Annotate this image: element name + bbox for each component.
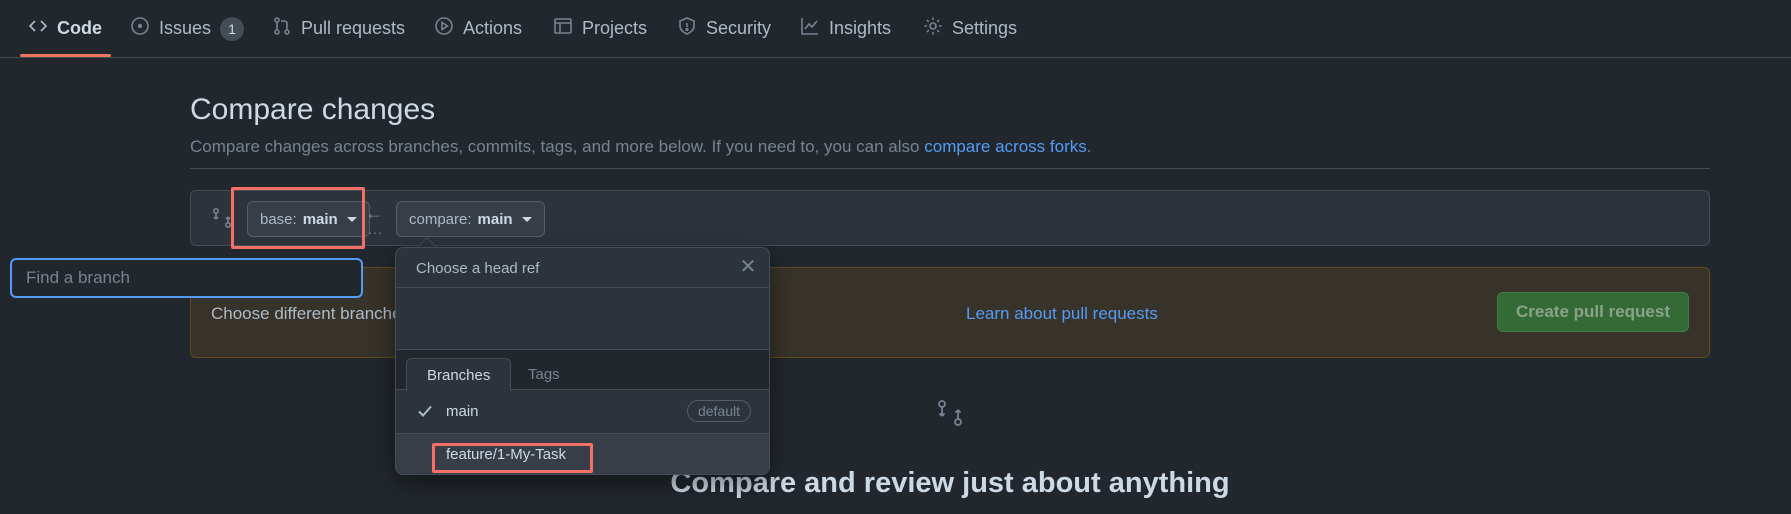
table-icon <box>553 16 573 41</box>
base-value: main <box>302 210 338 228</box>
git-compare-icon <box>211 207 233 229</box>
tab-label: Actions <box>463 18 523 38</box>
subtitle-end: . <box>1086 137 1092 156</box>
tab-tags[interactable]: Tags <box>508 358 580 390</box>
base-branch-button[interactable]: base: main <box>247 201 370 237</box>
default-badge: default <box>686 400 751 422</box>
compare-branch-button[interactable]: compare: main <box>396 201 545 237</box>
issue-opened-icon <box>130 16 150 41</box>
tab-label: Insights <box>829 18 892 38</box>
branch-name: feature/1-My-Task <box>446 446 567 463</box>
tab-actions[interactable]: Actions <box>434 0 522 57</box>
dropdown-tabs: Branches Tags <box>396 350 769 391</box>
page-subtitle: Compare changes across branches, commits… <box>190 137 1091 157</box>
tab-label: Settings <box>952 18 1018 38</box>
active-tab-underline <box>20 54 111 57</box>
tab-label: Security <box>706 18 772 38</box>
compare-value: main <box>477 210 513 228</box>
tab-label: Projects <box>582 18 648 38</box>
repo-nav: Code Issues 1 Pull requests Actions Proj… <box>0 0 1791 58</box>
learn-about-pull-requests-link[interactable]: Learn about pull requests <box>966 304 1158 324</box>
dropdown-filter <box>396 288 769 350</box>
page-title: Compare changes <box>190 93 436 126</box>
branch-name: main <box>446 402 479 420</box>
gear-icon <box>923 16 943 41</box>
tab-label: Code <box>57 18 102 38</box>
branch-item-main[interactable]: main default <box>396 390 769 432</box>
tab-branches[interactable]: Branches <box>406 358 512 391</box>
code-icon <box>28 16 48 41</box>
tab-security[interactable]: Security <box>677 0 771 57</box>
branch-item-feature[interactable]: feature/1-My-Task <box>396 433 769 474</box>
compare-prefix: compare: <box>409 210 472 228</box>
head-ref-dropdown: Choose a head ref ✕ Branches Tags main d… <box>395 247 770 475</box>
base-prefix: base: <box>260 210 297 228</box>
branch-filter-wrapper <box>10 258 363 298</box>
graph-icon <box>800 16 820 41</box>
play-icon <box>434 16 454 41</box>
range-ellipsis: ... <box>368 221 383 237</box>
tab-settings[interactable]: Settings <box>923 0 1017 57</box>
compare-across-forks-link[interactable]: compare across forks <box>924 137 1087 156</box>
range-editor: base: main ← ... compare: main <box>190 190 1710 246</box>
header-divider <box>190 168 1710 169</box>
dropdown-header: Choose a head ref ✕ <box>396 248 769 288</box>
tab-issues[interactable]: Issues 1 <box>130 0 245 57</box>
tab-projects[interactable]: Projects <box>553 0 647 57</box>
issues-counter: 1 <box>220 16 245 41</box>
git-compare-icon <box>935 398 965 428</box>
find-branch-input[interactable] <box>10 258 363 298</box>
tab-pull-requests[interactable]: Pull requests <box>272 0 405 57</box>
dropdown-title: Choose a head ref <box>416 260 540 277</box>
tab-label: Pull requests <box>301 18 406 38</box>
check-icon <box>416 402 434 420</box>
tab-insights[interactable]: Insights <box>800 0 891 57</box>
tab-code[interactable]: Code <box>28 0 102 57</box>
caret-down-icon <box>346 216 357 222</box>
tab-label: Issues <box>159 18 212 38</box>
shield-icon <box>677 16 697 41</box>
git-pull-request-icon <box>272 16 292 41</box>
blankslate-title: Compare and review just about anything <box>670 467 1230 499</box>
close-icon[interactable]: ✕ <box>737 256 759 278</box>
caret-down-icon <box>521 216 532 222</box>
subtitle-text: Compare changes across branches, commits… <box>190 137 925 156</box>
create-pull-request-button[interactable]: Create pull request <box>1497 292 1689 332</box>
